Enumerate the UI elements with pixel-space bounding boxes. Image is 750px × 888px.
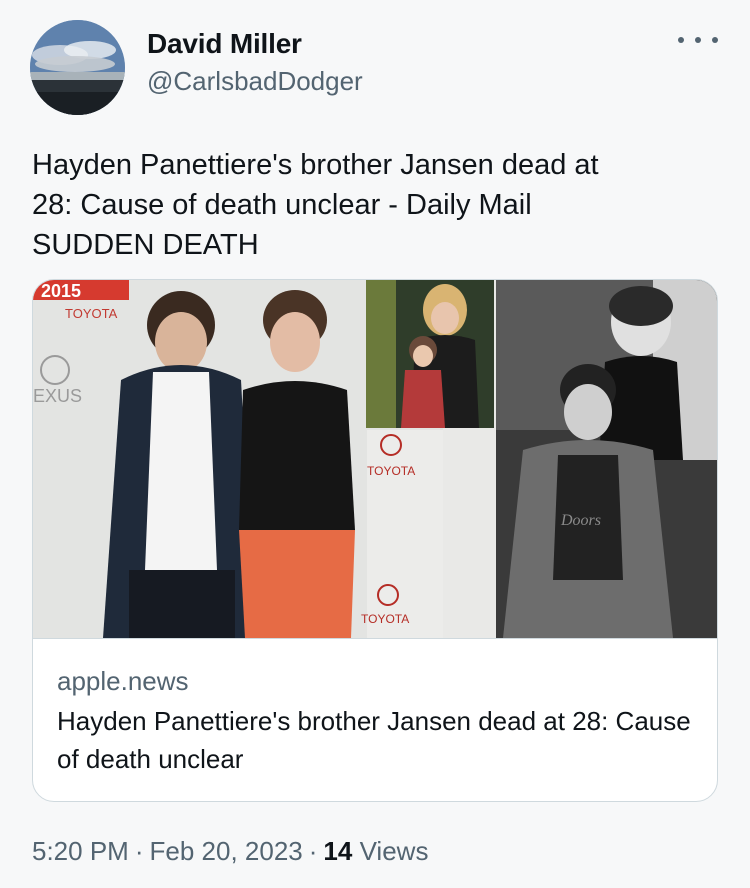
shirt-text: Doors [560, 512, 601, 529]
meta-separator: · [308, 836, 318, 866]
brand-text: EXUS [33, 386, 82, 406]
tweet-meta: 5:20 PM · Feb 20, 2023 · 14 Views [32, 836, 428, 867]
views-label: Views [359, 836, 429, 866]
tweet-text: Hayden Panettiere's brother Jansen dead … [32, 149, 599, 261]
more-horizontal-icon-dot [695, 37, 701, 43]
views-count[interactable]: 14 [323, 836, 352, 866]
author-display-name[interactable]: David Miller [147, 28, 302, 60]
avatar-image [30, 20, 125, 115]
card-domain: apple.news [57, 666, 189, 696]
more-horizontal-icon-dot [712, 37, 718, 43]
card-image: 2015 TOYOTA EXUS TOYOTA TOYOTA Doors [33, 280, 717, 638]
card-divider [33, 638, 717, 639]
sponsor-logo-text-2: TOYOTA [367, 464, 415, 478]
more-options-button[interactable] [678, 30, 718, 50]
sponsor-logo-text-3: TOYOTA [361, 612, 409, 626]
sponsor-logo-text: TOYOTA [65, 306, 118, 321]
tweet: David Miller @CarlsbadDodger Hayden Pane… [0, 0, 750, 888]
banner-text: 2015 [41, 281, 81, 301]
card-photo-collage: 2015 TOYOTA EXUS TOYOTA TOYOTA Doors [33, 280, 717, 638]
author-handle[interactable]: @CarlsbadDodger [147, 66, 363, 97]
more-horizontal-icon [678, 37, 684, 43]
tweet-date[interactable]: Feb 20, 2023 [150, 836, 303, 866]
avatar[interactable] [30, 20, 125, 115]
tweet-time[interactable]: 5:20 PM [32, 836, 129, 866]
meta-separator: · [134, 836, 144, 866]
card-title: Hayden Panettiere's brother Jansen dead … [57, 706, 691, 774]
link-card[interactable]: 2015 TOYOTA EXUS TOYOTA TOYOTA Doors app… [32, 279, 718, 802]
